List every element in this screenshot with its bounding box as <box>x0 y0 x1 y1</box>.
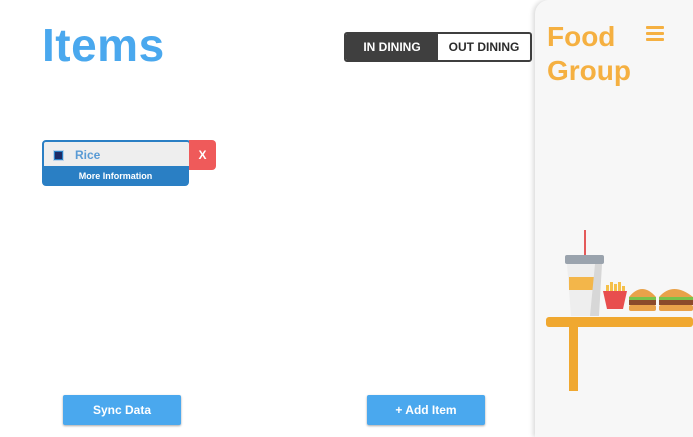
brand-line-2: Group <box>547 55 631 86</box>
add-item-button[interactable]: + Add Item <box>367 395 485 425</box>
brand-line-1: Food <box>547 21 616 52</box>
food-table-illustration <box>546 230 693 391</box>
dining-toggle: IN DINING OUT DINING <box>344 32 532 62</box>
sidebar: Food Group <box>535 0 693 437</box>
item-name: Rice <box>75 148 101 162</box>
in-dining-button[interactable]: IN DINING <box>346 34 438 60</box>
menu-icon[interactable] <box>646 26 664 42</box>
more-information-button[interactable]: More Information <box>42 166 189 186</box>
brand-title: Food Group <box>547 20 631 88</box>
out-dining-button[interactable]: OUT DINING <box>438 34 530 60</box>
page-title: Items <box>42 19 165 71</box>
delete-item-button[interactable]: X <box>189 140 216 170</box>
checkbox-icon[interactable] <box>53 149 64 161</box>
item-card: Rice More Information X <box>42 140 217 186</box>
sync-data-button[interactable]: Sync Data <box>63 395 181 425</box>
main-content: Items IN DINING OUT DINING Rice More Inf… <box>0 0 535 437</box>
